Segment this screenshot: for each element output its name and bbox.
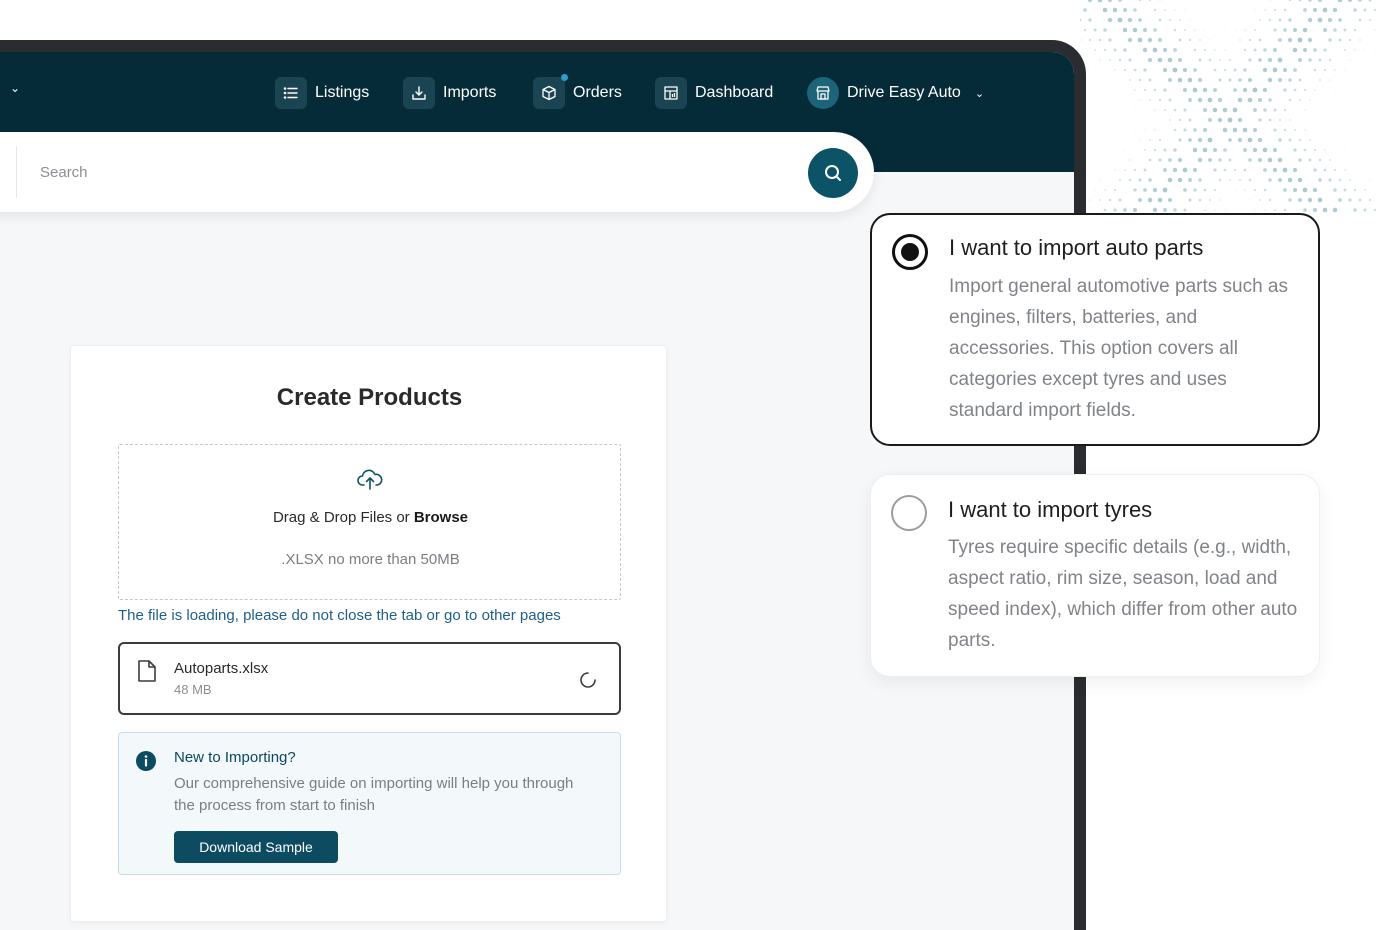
nav-label-orders: Orders bbox=[573, 84, 622, 101]
browse-link[interactable]: Browse bbox=[414, 509, 468, 526]
search-button[interactable] bbox=[808, 148, 858, 198]
store-name: Drive Easy Auto bbox=[847, 84, 961, 101]
info-icon bbox=[136, 751, 156, 771]
option-description: Tyres require specific details (e.g., wi… bbox=[948, 537, 1298, 651]
download-icon bbox=[403, 77, 435, 109]
store-switcher[interactable]: Drive Easy Auto ⌄ bbox=[807, 76, 984, 110]
drop-instructions: Drag & Drop Files or Browse bbox=[119, 509, 622, 526]
store-icon bbox=[807, 77, 839, 109]
option-description: Import general automotive parts such as … bbox=[949, 276, 1289, 421]
loading-spinner-icon bbox=[580, 672, 596, 688]
option-title: I want to import auto parts bbox=[949, 235, 1204, 260]
top-navigation: ⌄ Listings Imports Orders Dashboard Driv… bbox=[0, 52, 1074, 132]
loading-message: The file is loading, please do not close… bbox=[118, 607, 561, 624]
info-title: New to Importing? bbox=[174, 749, 296, 766]
decorative-dot-pattern bbox=[1080, 0, 1377, 213]
search-input[interactable] bbox=[40, 160, 640, 184]
list-icon bbox=[275, 77, 307, 109]
download-sample-button[interactable]: Download Sample bbox=[174, 831, 338, 863]
option-title: I want to import tyres bbox=[948, 497, 1153, 522]
nav-label-listings: Listings bbox=[315, 84, 370, 101]
search-divider bbox=[16, 146, 17, 198]
cloud-upload-icon bbox=[357, 469, 383, 490]
app-stage: ⌄ Listings Imports Orders Dashboard Driv… bbox=[0, 0, 1380, 930]
search-bar bbox=[0, 132, 874, 212]
chevron-down-icon[interactable]: ⌄ bbox=[10, 81, 20, 95]
importing-guide-box: New to Importing? Our comprehensive guid… bbox=[118, 732, 621, 875]
uploading-file: Autoparts.xlsx 48 MB bbox=[118, 642, 621, 715]
file-icon bbox=[138, 660, 156, 682]
radio-unselected-icon[interactable] bbox=[891, 495, 927, 531]
info-body: Our comprehensive guide on importing wil… bbox=[174, 775, 574, 814]
nav-label-dashboard: Dashboard bbox=[695, 84, 774, 101]
card-title: Create Products bbox=[276, 384, 463, 411]
drop-text: Drag & Drop Files or bbox=[272, 509, 414, 526]
create-products-card: Create Products Drag & Drop Files or Bro… bbox=[70, 345, 667, 922]
file-format-hint: .XLSX no more than 50MB bbox=[281, 551, 460, 568]
dashboard-icon bbox=[655, 77, 687, 109]
package-icon bbox=[533, 74, 568, 109]
nav-item-dashboard[interactable]: Dashboard bbox=[655, 76, 773, 110]
nav-item-imports[interactable]: Imports bbox=[403, 76, 496, 110]
file-size: 48 MB bbox=[174, 682, 212, 697]
search-icon bbox=[825, 165, 841, 181]
notification-dot bbox=[561, 74, 568, 81]
nav-item-orders[interactable]: Orders bbox=[533, 74, 622, 110]
radio-selected-icon[interactable] bbox=[892, 234, 928, 270]
chevron-down-icon: ⌄ bbox=[974, 87, 985, 100]
option-tyres[interactable]: I want to import tyres Tyres require spe… bbox=[870, 474, 1320, 677]
file-name: Autoparts.xlsx bbox=[174, 660, 269, 677]
file-dropzone[interactable]: Drag & Drop Files or Browse .XLSX no mor… bbox=[118, 444, 621, 600]
nav-item-listings[interactable]: Listings bbox=[275, 76, 369, 110]
option-auto-parts[interactable]: I want to import auto parts Import gener… bbox=[870, 213, 1320, 446]
nav-label-imports: Imports bbox=[443, 84, 497, 101]
